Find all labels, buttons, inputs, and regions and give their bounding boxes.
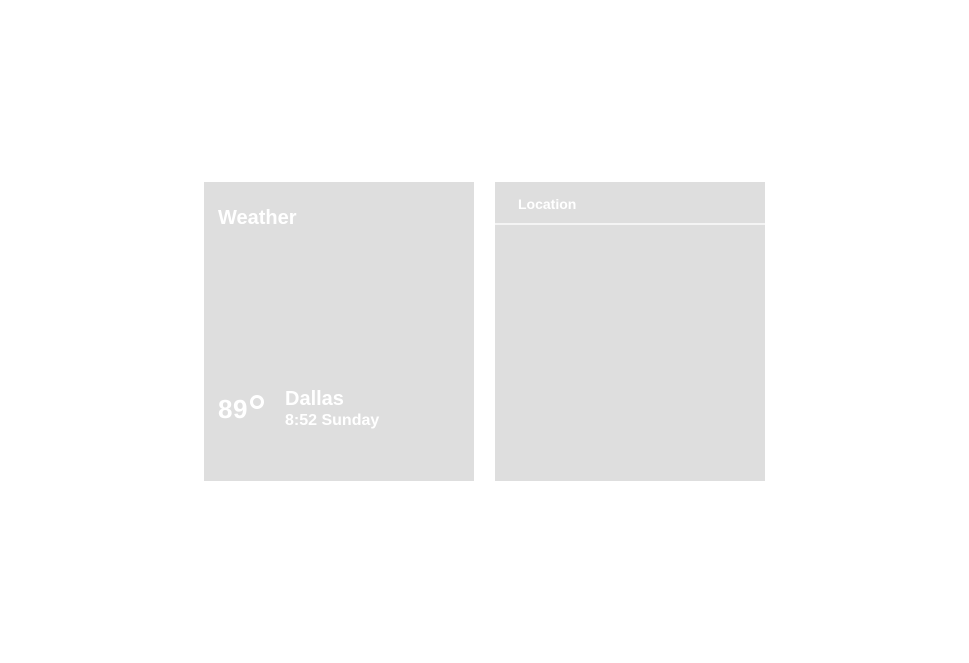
location-header: Location [495,182,765,225]
weather-title: Weather [218,207,297,229]
location-card: Location [495,182,765,481]
location-content [495,225,765,481]
temperature-value: 89 [218,394,248,424]
location-title: Location [518,196,577,212]
page: Weather 89 Dallas 8:52 Sunday Location [0,0,969,663]
degree-icon [250,395,264,409]
date-time: 8:52 Sunday [285,412,380,429]
city-name: Dallas [285,388,344,410]
weather-card: Weather 89 Dallas 8:52 Sunday [204,182,474,481]
